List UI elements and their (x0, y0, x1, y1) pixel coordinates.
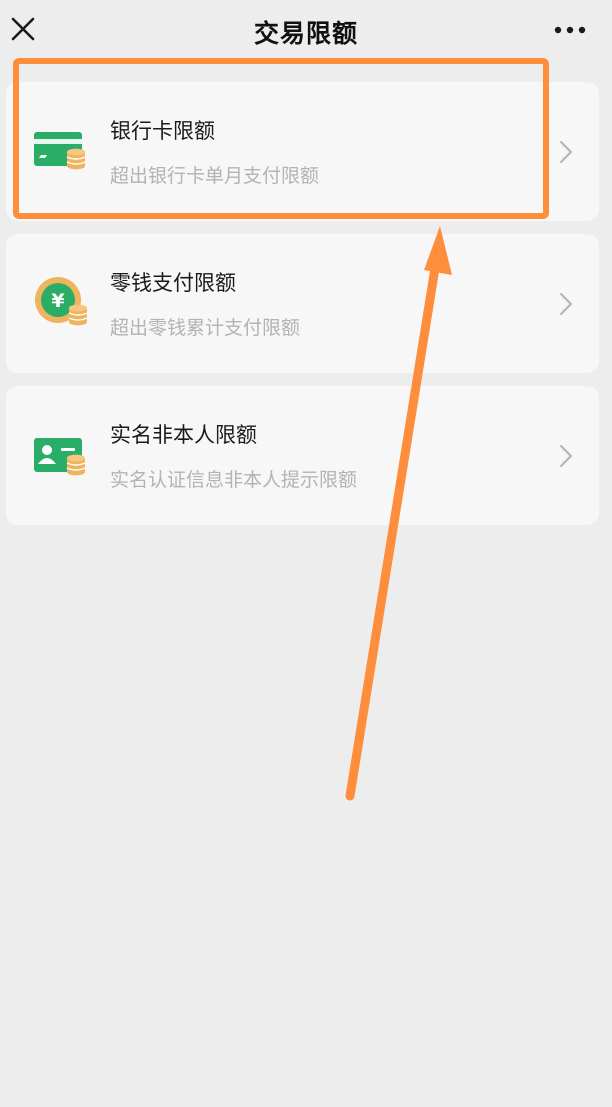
id-card-coins-icon (34, 438, 86, 476)
chevron-right-icon (560, 445, 572, 467)
limit-item-subtitle: 超出银行卡单月支付限额 (110, 165, 320, 187)
svg-text:¥: ¥ (51, 290, 64, 312)
limit-item-title: 银行卡限额 (110, 119, 215, 143)
limit-item-bank-card[interactable]: 银行卡限额 超出银行卡单月支付限额 (6, 82, 599, 221)
bank-card-coins-icon (34, 132, 86, 170)
limit-item-subtitle: 超出零钱累计支付限额 (110, 317, 301, 339)
page-title: 交易限额 (253, 19, 358, 48)
transaction-limits-page: 交易限额 银行卡限额 超出银行卡单月支付限额 ¥ 零钱支付限额 超出零钱累计支付… (0, 0, 612, 1107)
nav-bar: 交易限额 (0, 0, 612, 66)
more-icon[interactable] (550, 20, 590, 40)
limit-item-change[interactable]: ¥ 零钱支付限额 超出零钱累计支付限额 (6, 234, 599, 373)
chevron-right-icon (560, 293, 572, 315)
limit-item-real-name[interactable]: 实名非本人限额 实名认证信息非本人提示限额 (6, 386, 599, 525)
yuan-coin-icon: ¥ (35, 277, 88, 326)
limit-item-subtitle: 实名认证信息非本人提示限额 (110, 469, 358, 491)
chevron-right-icon (560, 141, 572, 163)
limit-item-title: 实名非本人限额 (110, 423, 257, 447)
limit-item-title: 零钱支付限额 (110, 271, 236, 295)
